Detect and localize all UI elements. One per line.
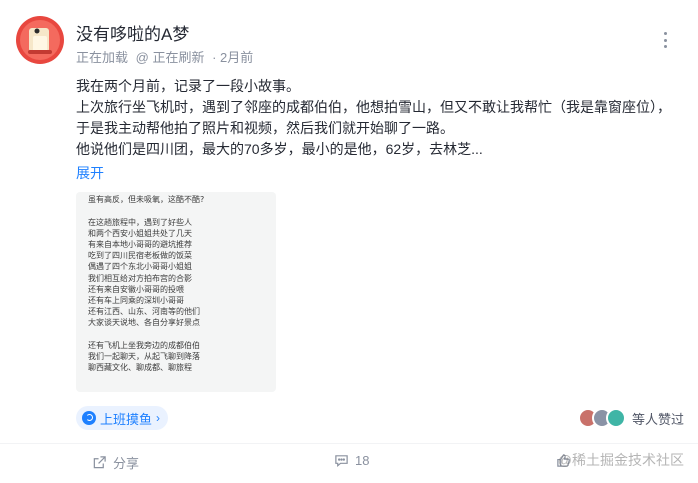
post-image-line (88, 328, 204, 339)
post-image-line: 有来自本地小哥哥的避坑推荐 (88, 239, 192, 249)
post-image-line: 大家谈天说地、各自分享好景点 (88, 318, 200, 328)
topic-tag[interactable]: 上班摸鱼 › (76, 406, 169, 430)
meta-refreshing[interactable]: @ 正在刷新 (136, 50, 205, 65)
expand-link[interactable]: 展开 (76, 163, 104, 183)
post-image-line: 虽有高反，但未吸氧，这酷不酷? (88, 195, 205, 205)
post-image-line: 我们一起聊天，从起飞聊到降落 (88, 351, 200, 361)
post-image-line: 聊西藏文化、聊成都、聊旅程 (88, 363, 192, 372)
post-image-line: 还有车上同乘的深圳小哥哥 (88, 295, 184, 305)
post-meta: 正在加载 @ 正在刷新 · 2月前 (76, 47, 257, 66)
post-image-line: 我们相互给对方拍布宫的合影 (88, 273, 192, 283)
post-image-line: 还有飞机上坐我旁边的成都伯伯 (88, 340, 200, 350)
post-image-text: 在这了就氧的值得至做虽有高反，但未吸氧，这酷不酷?在这趟旅程中，遇到了好些人和两… (88, 192, 204, 373)
post-image-line (88, 205, 204, 216)
comment-count: 18 (355, 453, 370, 468)
share-button[interactable]: 分享 (92, 453, 139, 472)
post-image-line: 在这趟旅程中，遇到了好些人 (88, 217, 192, 227)
post-line: 上次旅行坐飞机时，遇到了邻座的成都伯伯，他想拍雪山，但又不敢让我帮忙（我是靠窗座… (76, 99, 671, 115)
post-image-line: 吃到了四川民宿老板做的饭菜 (88, 251, 192, 261)
post-card: 没有哆啦的A梦 正在加载 @ 正在刷新 · 2月前 我在两个月前，记录了一段小故… (0, 0, 698, 483)
liked-by-text: 等人赞过 (631, 411, 684, 427)
author-avatar[interactable] (16, 16, 64, 64)
comment-icon (335, 455, 348, 467)
liker-avatar (605, 408, 626, 428)
post-content: 我在两个月前，记录了一段小故事。 上次旅行坐飞机时，遇到了邻座的成都伯伯，他想拍… (76, 76, 682, 160)
liked-by[interactable]: 等人赞过 (577, 408, 684, 428)
comment-button[interactable]: 18 (334, 453, 369, 468)
post-image-line: 偶遇了四个东北小哥哥小姐姐 (88, 262, 192, 272)
topic-icon (82, 411, 96, 425)
chevron-right-icon: › (156, 411, 161, 425)
share-icon (93, 456, 106, 469)
post-image-line: 和两个西安小姐姐共处了几天 (88, 228, 192, 238)
meta-loading: 正在加载 (76, 50, 129, 65)
more-options-icon[interactable] (662, 32, 668, 48)
topic-label: 上班摸鱼 (100, 411, 153, 427)
post-image-line: 还有来自安徽小哥哥的投喂 (88, 284, 184, 294)
post-line: 我在两个月前，记录了一段小故事。 (76, 78, 300, 94)
meta-time: · 2月前 (212, 50, 254, 65)
share-label: 分享 (113, 456, 140, 471)
divider (0, 443, 698, 444)
post-image-line: 还有江西、山东、河南等的他们 (88, 307, 200, 317)
watermark: @稀土掘金技术社区 (557, 452, 684, 468)
post-line: 他说他们是四川团，最大的70多岁，最小的是他，62岁，去林芝... (76, 141, 483, 157)
post-image[interactable]: 在这了就氧的值得至做虽有高反，但未吸氧，这酷不酷?在这趟旅程中，遇到了好些人和两… (76, 192, 276, 392)
post-line: 于是我主动帮他拍了照片和视频，然后我们就开始聊了一路。 (76, 120, 454, 136)
author-name[interactable]: 没有哆啦的A梦 (76, 20, 189, 45)
